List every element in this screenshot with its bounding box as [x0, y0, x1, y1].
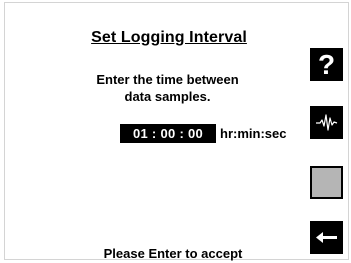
page-title: Set Logging Interval [91, 29, 247, 46]
instruction-text: Enter the time between data samples. [60, 71, 275, 105]
help-button[interactable]: ? [310, 48, 343, 81]
instruction-line-2: data samples. [124, 89, 211, 104]
question-mark-icon: ? [317, 49, 336, 80]
logger-screen: Set Logging Interval Enter the time betw… [4, 2, 349, 261]
blank-button[interactable] [310, 166, 343, 199]
left-arrow-icon [316, 232, 337, 243]
back-button[interactable] [310, 221, 343, 254]
interval-input[interactable]: 01 : 00 : 00 [120, 124, 216, 143]
waveform-icon [316, 114, 338, 131]
instruction-line-1: Enter the time between [96, 72, 239, 87]
interval-unit-label: hr:min:sec [220, 126, 287, 141]
accept-instruction: Please Enter to accept [103, 246, 243, 261]
waveform-button[interactable] [310, 106, 343, 139]
